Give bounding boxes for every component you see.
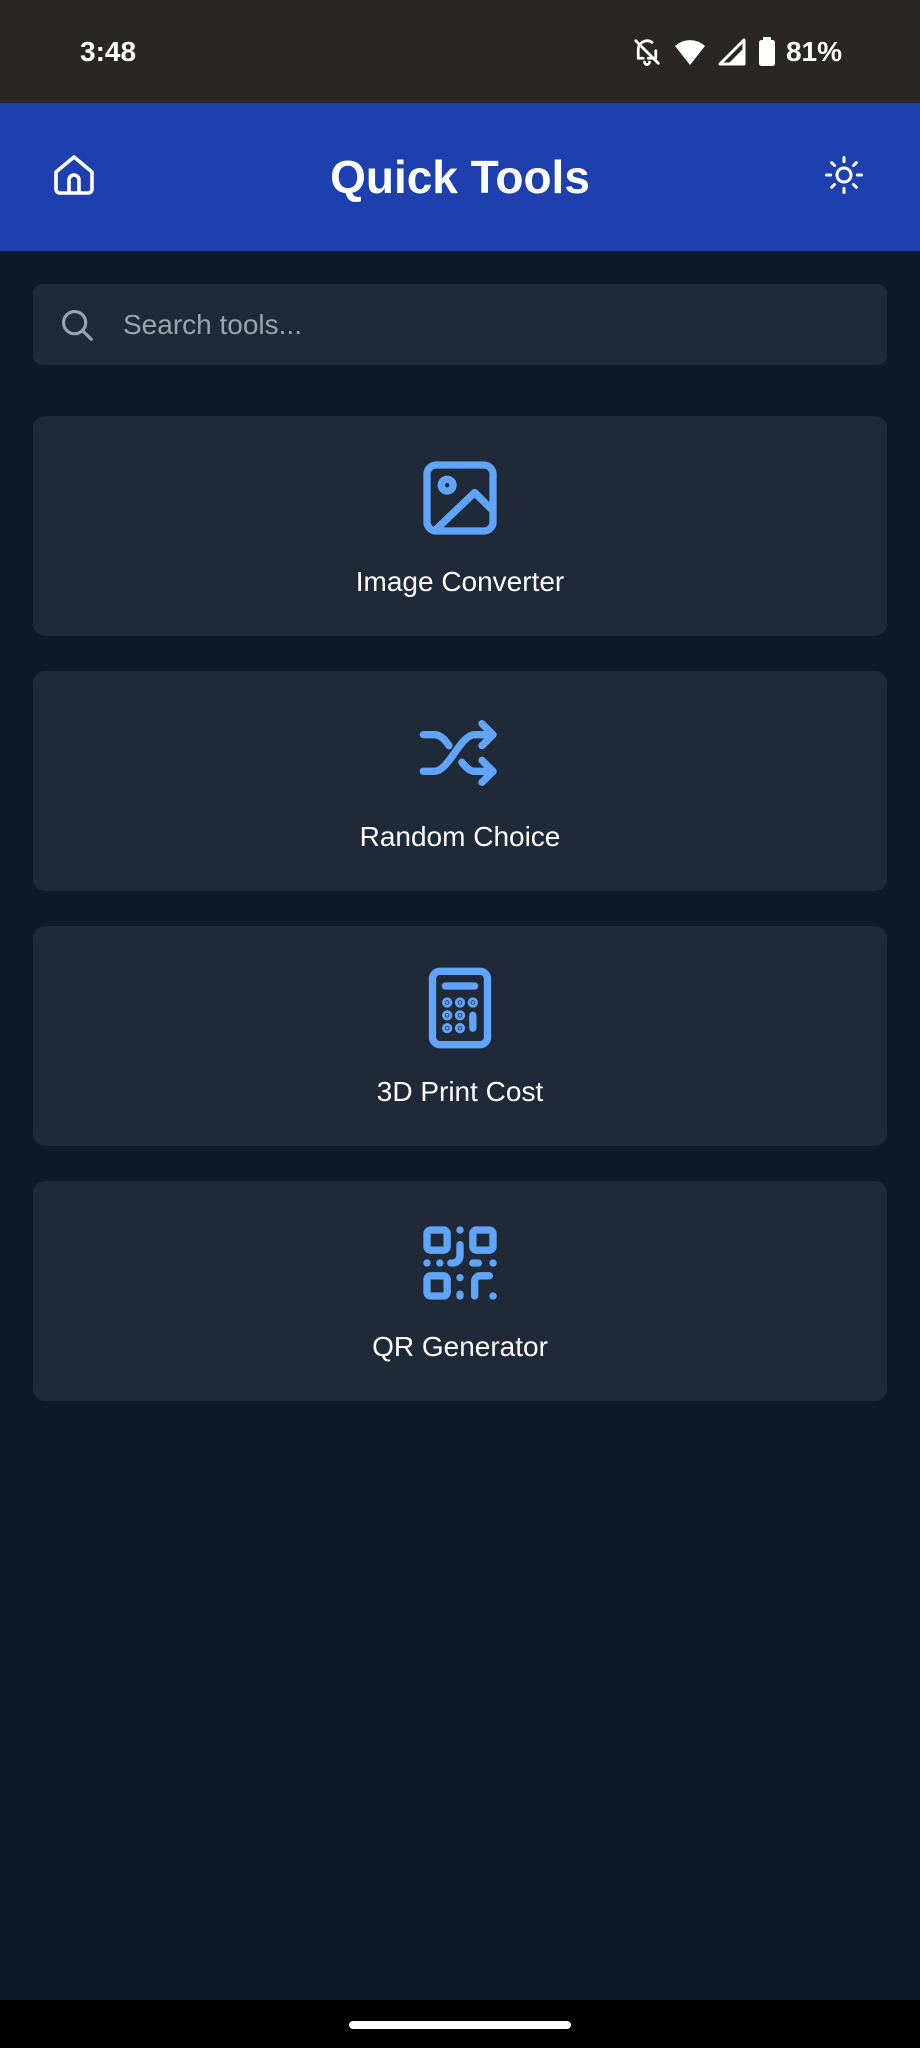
tool-card-random-choice[interactable]: Random Choice xyxy=(33,671,887,891)
shuffle-icon xyxy=(416,709,504,797)
search-box xyxy=(33,284,887,365)
status-bar: 3:48 81% xyxy=(0,0,920,103)
image-icon xyxy=(416,454,504,542)
search-icon xyxy=(58,306,96,344)
sun-icon xyxy=(824,155,864,200)
status-icons: 81% xyxy=(632,34,842,70)
page-title: Quick Tools xyxy=(330,151,590,203)
mute-icon xyxy=(632,37,662,67)
wifi-icon xyxy=(674,38,706,66)
tool-label: QR Generator xyxy=(372,1331,548,1362)
tool-label: 3D Print Cost xyxy=(376,1076,544,1107)
theme-toggle-button[interactable] xyxy=(814,147,874,207)
app-header: Quick Tools xyxy=(0,103,920,251)
tool-card-3d-print-cost[interactable]: 3D Print Cost xyxy=(33,926,887,1146)
calculator-icon xyxy=(416,964,504,1052)
tool-list: Image Converter Random Choice 3D Print C… xyxy=(33,416,887,1436)
home-indicator[interactable] xyxy=(349,2021,571,2029)
qr-code-icon xyxy=(416,1219,504,1307)
tool-card-image-converter[interactable]: Image Converter xyxy=(33,416,887,636)
tool-card-qr-generator[interactable]: QR Generator xyxy=(33,1181,887,1401)
search-input[interactable] xyxy=(123,284,863,365)
battery-icon xyxy=(758,37,776,67)
battery-percent: 81% xyxy=(785,36,842,67)
tool-label: Random Choice xyxy=(359,821,561,852)
system-nav-bar xyxy=(0,2000,920,2048)
tool-label: Image Converter xyxy=(355,566,565,597)
status-time: 3:48 xyxy=(80,36,137,67)
signal-icon xyxy=(718,38,746,66)
